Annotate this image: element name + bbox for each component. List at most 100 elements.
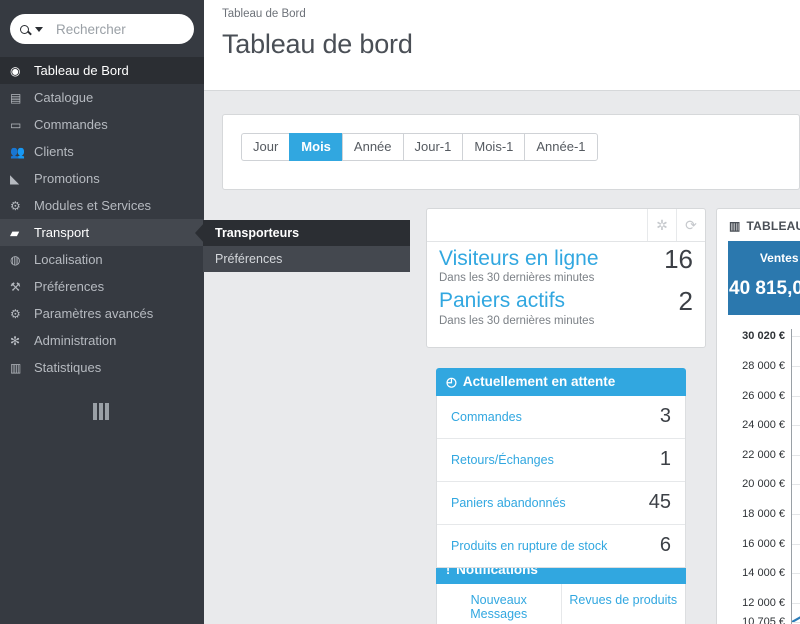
chart-ytick-label: 18 000 € xyxy=(742,508,785,520)
chart-ytick-label: 28 000 € xyxy=(742,360,785,372)
book-icon: ▤ xyxy=(10,92,34,104)
kpi-ventes-title: Ventes xyxy=(729,251,800,265)
sidebar-item-label: Administration xyxy=(34,333,116,348)
chart-gridline xyxy=(792,455,800,456)
dashboard-screen: Tableau de Bord Tableau de bord Jour Moi… xyxy=(0,0,800,624)
sidebar-item-param-tres-avanc-s[interactable]: ⚙Paramètres avancés xyxy=(0,300,204,327)
sidebar-item-label: Commandes xyxy=(34,117,108,132)
refresh-icon[interactable]: ⟳ xyxy=(676,209,705,241)
collapse-sidebar-handle[interactable] xyxy=(93,403,109,420)
sidebar-item-label: Localisation xyxy=(34,252,103,267)
sidebar-item-transport[interactable]: ▰Transport xyxy=(0,219,204,246)
online-visitors-subtitle: Dans les 30 dernières minutes xyxy=(439,272,693,284)
pending-row-orders[interactable]: Commandes 3 xyxy=(437,396,685,439)
wrench-icon: ⚒ xyxy=(10,281,34,293)
chart-ytick-label: 30 020 € xyxy=(742,330,785,342)
chart-plot-area xyxy=(791,329,800,624)
pending-row-abandoned-carts[interactable]: Paniers abandonnés 45 xyxy=(437,482,685,525)
pending-row-out-of-stock[interactable]: Produits en rupture de stock 6 xyxy=(437,525,685,567)
dashboard-panel-header: ▥ TABLEAU DE BORD xyxy=(717,209,800,241)
sidebar-item-tableau-de-bord[interactable]: ◉Tableau de Bord xyxy=(0,57,204,84)
sidebar-item-modules-et-services[interactable]: ⚙Modules et Services xyxy=(0,192,204,219)
activity-row-active-carts: Paniers actifs Dans les 30 dernières min… xyxy=(439,288,693,326)
search-input[interactable] xyxy=(56,22,233,37)
sidebar-item-statistiques[interactable]: ▥Statistiques xyxy=(0,354,204,381)
search-pill[interactable] xyxy=(10,14,194,44)
active-carts-subtitle: Dans les 30 dernières minutes xyxy=(439,315,693,327)
chart-gridline xyxy=(792,544,800,545)
notifications-tabs: Nouveaux Messages Revues de produits xyxy=(436,584,686,624)
page-title: Tableau de bord xyxy=(222,29,800,60)
online-visitors-value: 16 xyxy=(664,244,693,275)
date-filter-mois[interactable]: Mois xyxy=(289,133,342,161)
active-carts-label[interactable]: Paniers actifs xyxy=(439,288,693,314)
customers-icon: 👥 xyxy=(10,146,34,158)
chart-ytick-label: 22 000 € xyxy=(742,449,785,461)
activity-panel-header: ✲ ⟳ xyxy=(427,209,705,242)
submenu-item-transporteurs[interactable]: Transporteurs xyxy=(203,220,410,246)
date-filter-panel: Jour Mois Année Jour-1 Mois-1 Année-1 xyxy=(222,114,800,190)
date-filter-jour-1[interactable]: Jour-1 xyxy=(403,133,463,161)
pending-orders-label[interactable]: Commandes xyxy=(451,410,522,424)
pending-row-returns[interactable]: Retours/Échanges 1 xyxy=(437,439,685,482)
chart-gridline xyxy=(792,603,800,604)
pending-abandoned-carts-value: 45 xyxy=(649,491,671,514)
sidebar-item-commandes[interactable]: ▭Commandes xyxy=(0,111,204,138)
sidebar-nav: ◉Tableau de Bord▤Catalogue▭Commandes👥Cli… xyxy=(0,57,204,381)
pending-panel-title: Actuellement en attente xyxy=(463,374,615,389)
sidebar-item-localisation[interactable]: ◍Localisation xyxy=(0,246,204,273)
date-filter-annee-1[interactable]: Année-1 xyxy=(524,133,597,161)
pending-out-of-stock-label[interactable]: Produits en rupture de stock xyxy=(451,539,607,553)
modules-icon: ⚙ xyxy=(10,200,34,212)
chart-ytick-label: 10 705 € xyxy=(742,616,785,624)
chart-ytick-label: 24 000 € xyxy=(742,419,785,431)
transport-submenu: Transporteurs Préférences xyxy=(203,220,410,272)
kpi-tabs: Ventes 40 815,00 € Commandes 401 Panier … xyxy=(717,241,800,315)
kpi-tab-ventes[interactable]: Ventes 40 815,00 € xyxy=(728,241,800,315)
chart-ytick-label: 12 000 € xyxy=(742,597,785,609)
order-card-icon: ▭ xyxy=(10,119,34,131)
sidebar-item-catalogue[interactable]: ▤Catalogue xyxy=(0,84,204,111)
tab-new-messages[interactable]: Nouveaux Messages xyxy=(437,584,561,624)
bar-chart-icon: ▥ xyxy=(10,362,34,374)
online-visitors-label[interactable]: Visiteurs en ligne xyxy=(439,246,693,272)
sidebar-item-clients[interactable]: 👥Clients xyxy=(0,138,204,165)
pending-panel: ◴ Actuellement en attente Commandes 3 Re… xyxy=(436,368,686,568)
sidebar: ◉Tableau de Bord▤Catalogue▭Commandes👥Cli… xyxy=(0,0,204,624)
page-header: Tableau de Bord Tableau de bord xyxy=(204,0,800,91)
sidebar-item-label: Paramètres avancés xyxy=(34,306,153,321)
chart-gridline xyxy=(792,484,800,485)
tag-icon: ◣ xyxy=(10,173,34,185)
date-filter-annee[interactable]: Année xyxy=(342,133,403,161)
sidebar-item-administration[interactable]: ✻Administration xyxy=(0,327,204,354)
pending-returns-label[interactable]: Retours/Échanges xyxy=(451,453,554,467)
main-content: Tableau de Bord Tableau de bord Jour Moi… xyxy=(204,0,800,624)
sidebar-search xyxy=(0,0,204,54)
bar-chart-icon: ▥ xyxy=(729,219,741,233)
gear-icon[interactable]: ✲ xyxy=(647,209,676,241)
sidebar-item-label: Catalogue xyxy=(34,90,93,105)
pending-list: Commandes 3 Retours/Échanges 1 Paniers a… xyxy=(436,396,686,568)
search-icon[interactable] xyxy=(20,25,43,34)
sidebar-item-pr-f-rences[interactable]: ⚒Préférences xyxy=(0,273,204,300)
chart-gridline xyxy=(792,366,800,367)
pending-abandoned-carts-label[interactable]: Paniers abandonnés xyxy=(451,496,566,510)
sidebar-item-label: Préférences xyxy=(34,279,104,294)
tab-product-reviews[interactable]: Revues de produits xyxy=(561,584,686,624)
pending-panel-header: ◴ Actuellement en attente xyxy=(436,368,686,396)
sidebar-item-label: Tableau de Bord xyxy=(34,63,129,78)
active-carts-value: 2 xyxy=(679,286,693,317)
dashboard-icon: ◉ xyxy=(10,65,34,77)
chevron-down-icon xyxy=(35,27,43,32)
date-filter-jour[interactable]: Jour xyxy=(241,133,289,161)
sidebar-item-label: Promotions xyxy=(34,171,100,186)
chart-gridline xyxy=(792,425,800,426)
submenu-item-preferences[interactable]: Préférences xyxy=(203,246,410,272)
chart-gridline xyxy=(792,573,800,574)
chart-gridline xyxy=(792,336,800,337)
date-filter-mois-1[interactable]: Mois-1 xyxy=(462,133,524,161)
sidebar-item-promotions[interactable]: ◣Promotions xyxy=(0,165,204,192)
sales-line-chart: 30 020 €28 000 €26 000 €24 000 €22 000 €… xyxy=(717,329,800,624)
pending-orders-value: 3 xyxy=(660,405,671,428)
chart-gridline xyxy=(792,622,800,623)
